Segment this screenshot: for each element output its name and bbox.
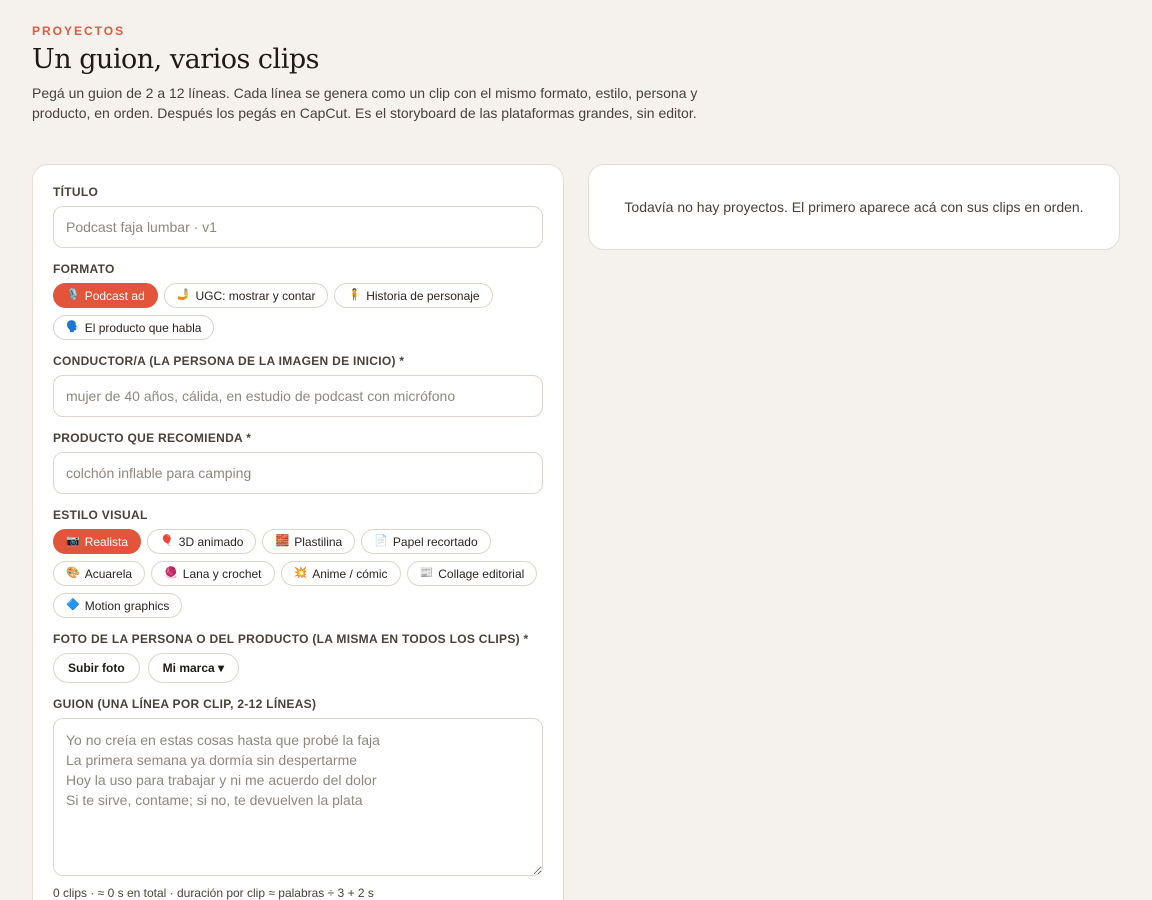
microphone-icon: 🎙️ bbox=[66, 289, 80, 301]
page-header: PROYECTOS Un guion, varios clips Pegá un… bbox=[32, 24, 722, 123]
style-chip[interactable]: 💥 Anime / cómic bbox=[280, 561, 401, 586]
camera-icon: 📷 bbox=[66, 535, 80, 547]
blue-diamond-icon: 🔷 bbox=[66, 599, 80, 611]
selfie-icon: 🤳 bbox=[176, 289, 191, 301]
style-chip[interactable]: 🔷 Motion graphics bbox=[53, 593, 183, 618]
photo-button-row: Subir foto Mi marca ▾ bbox=[53, 653, 543, 683]
script-textarea[interactable] bbox=[53, 718, 543, 876]
style-chip[interactable]: 🧱 Plastilina bbox=[262, 529, 356, 554]
person-standing-icon: 🧍 bbox=[347, 289, 362, 301]
format-chip-label: El producto que habla bbox=[84, 320, 202, 335]
product-input[interactable] bbox=[53, 452, 543, 494]
style-label: ESTILO VISUAL bbox=[53, 508, 148, 522]
style-chip-label: Papel recortado bbox=[392, 534, 478, 549]
balloon-icon: 🎈 bbox=[160, 535, 174, 547]
script-duration-hint: 0 clips · ≈ 0 s en total · duración por … bbox=[53, 886, 374, 900]
newspaper-icon: 📰 bbox=[419, 567, 434, 579]
title-input[interactable] bbox=[53, 206, 543, 248]
script-section: GUION (UNA LÍNEA POR CLIP, 2-12 LÍNEAS) … bbox=[53, 697, 543, 900]
host-section: CONDUCTOR/A (LA PERSONA DE LA IMAGEN DE … bbox=[53, 354, 543, 417]
project-form-card: TÍTULO FORMATO 🎙️ Podcast ad 🤳 UGC: mostrar… bbox=[32, 164, 564, 900]
host-input[interactable] bbox=[53, 375, 543, 417]
palette-icon: 🎨 bbox=[66, 567, 80, 579]
title-section: TÍTULO bbox=[53, 185, 543, 248]
style-chip[interactable]: 🎨 Acuarela bbox=[53, 561, 146, 586]
style-chip-label: Acuarela bbox=[84, 566, 133, 581]
style-chip-label: Anime / cómic bbox=[312, 566, 388, 581]
photo-section: FOTO DE LA PERSONA O DEL PRODUCTO (LA MI… bbox=[53, 632, 543, 683]
format-chip-label: Historia de personaje bbox=[366, 288, 480, 303]
bricks-icon: 🧱 bbox=[275, 535, 290, 547]
page-description: Pegá un guion de 2 a 12 líneas. Cada lín… bbox=[32, 85, 698, 121]
product-label: PRODUCTO QUE RECOMIENDA * bbox=[53, 431, 252, 445]
page-icon: 📄 bbox=[374, 535, 388, 547]
style-chip[interactable]: 🧶 Lana y crochet bbox=[151, 561, 275, 586]
product-section: PRODUCTO QUE RECOMIENDA * bbox=[53, 431, 543, 494]
projects-list-card: Todavía no hay proyectos. El primero apa… bbox=[588, 164, 1120, 250]
yarn-icon: 🧶 bbox=[164, 567, 178, 579]
format-chip[interactable]: 🧍 Historia de personaje bbox=[334, 283, 493, 308]
format-label: FORMATO bbox=[53, 262, 115, 276]
style-chip-label: Plastilina bbox=[294, 534, 343, 549]
upload-photo-button[interactable]: Subir foto bbox=[53, 653, 140, 683]
brand-dropdown-button[interactable]: Mi marca ▾ bbox=[147, 653, 240, 683]
section-eyebrow: PROYECTOS bbox=[32, 24, 126, 38]
format-chip-group: 🎙️ Podcast ad 🤳 UGC: mostrar y contar 🧍 Histo… bbox=[53, 283, 543, 340]
style-chip-group: 📷 Realista 🎈 3D animado 🧱 Plastilina 📄 Papel re… bbox=[53, 529, 543, 618]
script-label: GUION (UNA LÍNEA POR CLIP, 2-12 LÍNEAS) bbox=[53, 697, 317, 711]
style-chip[interactable]: 📷 Realista bbox=[53, 529, 142, 554]
style-section: ESTILO VISUAL 📷 Realista 🎈 3D animado 🧱 Plast… bbox=[53, 508, 543, 618]
host-label: CONDUCTOR/A (LA PERSONA DE LA IMAGEN DE … bbox=[53, 354, 405, 368]
collision-icon: 💥 bbox=[293, 567, 308, 579]
format-chip[interactable]: 🎙️ Podcast ad bbox=[53, 283, 158, 308]
style-chip[interactable]: 📰 Collage editorial bbox=[406, 561, 538, 586]
format-chip-label: Podcast ad bbox=[84, 288, 145, 303]
style-chip-label: 3D animado bbox=[178, 534, 244, 549]
speaking-head-icon: 🗣️ bbox=[66, 321, 80, 333]
style-chip[interactable]: 📄 Papel recortado bbox=[361, 529, 491, 554]
format-chip-label: UGC: mostrar y contar bbox=[195, 288, 316, 303]
style-chip-label: Motion graphics bbox=[84, 598, 170, 613]
format-section: FORMATO 🎙️ Podcast ad 🤳 UGC: mostrar y cont… bbox=[53, 262, 543, 340]
style-chip-label: Realista bbox=[84, 534, 129, 549]
format-chip[interactable]: 🤳 UGC: mostrar y contar bbox=[163, 283, 329, 308]
photo-label: FOTO DE LA PERSONA O DEL PRODUCTO (LA MI… bbox=[53, 632, 529, 646]
format-chip[interactable]: 🗣️ El producto que habla bbox=[53, 315, 215, 340]
projects-empty-state: Todavía no hay proyectos. El primero apa… bbox=[624, 199, 1084, 215]
page-title: Un guion, varios clips bbox=[32, 44, 319, 75]
style-chip-label: Collage editorial bbox=[438, 566, 525, 581]
title-label: TÍTULO bbox=[53, 185, 99, 199]
style-chip-label: Lana y crochet bbox=[182, 566, 262, 581]
style-chip[interactable]: 🎈 3D animado bbox=[147, 529, 257, 554]
